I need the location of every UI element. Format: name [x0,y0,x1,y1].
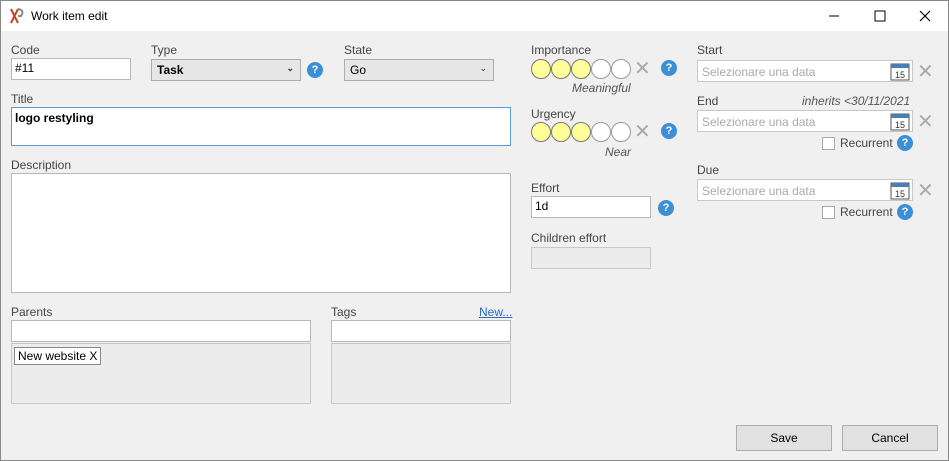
description-label: Description [11,158,72,172]
title-value: logo restyling [15,111,94,125]
chevron-down-icon: ⌄ [479,63,487,73]
effort-input[interactable]: 1d [531,196,651,218]
clear-start-icon[interactable]: ✕ [917,61,934,81]
calendar-icon[interactable]: 15 [890,62,910,81]
minimize-button[interactable] [811,1,857,31]
due-date-input[interactable]: Selezionare una data 15 [697,179,913,201]
importance-caption: Meaningful [572,81,631,95]
end-recurrent-checkbox[interactable] [822,137,835,150]
type-value: Task [157,63,184,77]
due-date-placeholder: Selezionare una data [702,184,816,198]
type-help-icon[interactable]: ? [307,62,323,78]
due-recurrent-checkbox[interactable] [822,206,835,219]
parent-chip[interactable]: New website X [14,347,102,365]
importance-level-3[interactable] [571,59,591,79]
calendar-day-text: 15 [895,120,905,130]
state-label: State [344,43,373,57]
type-label: Type [151,43,178,57]
calendar-icon[interactable]: 15 [890,181,910,200]
urgency-level-2[interactable] [551,122,571,142]
importance-label: Importance [531,43,592,57]
end-date-placeholder: Selezionare una data [702,115,816,129]
state-select[interactable]: Go ⌄ [344,59,494,81]
maximize-button[interactable] [857,1,903,31]
app-logo-icon [10,8,24,24]
clear-due-icon[interactable]: ✕ [917,180,934,200]
cancel-button[interactable]: Cancel [842,425,938,451]
importance-level-4[interactable] [591,59,611,79]
calendar-icon[interactable]: 15 [890,112,910,131]
urgency-caption: Near [605,145,632,159]
end-recurrent-label: Recurrent [840,136,893,150]
urgency-label: Urgency [531,107,576,121]
minimize-icon [829,15,839,17]
calendar-day-text: 15 [895,189,905,199]
urgency-level-1[interactable] [531,122,551,142]
urgency-level-5[interactable] [611,122,631,142]
tags-input[interactable] [331,320,511,342]
start-label: Start [697,43,723,57]
parents-label: Parents [11,305,53,319]
due-recurrent-help-icon[interactable]: ? [897,204,913,220]
end-label: End [697,94,719,108]
parents-list: New website X [11,343,311,404]
parents-input[interactable] [11,320,311,342]
work-item-edit-window: Work item edit Code #11 Type Task ⌄ ? St… [0,0,949,461]
due-recurrent-label: Recurrent [840,205,893,219]
urgency-help-icon[interactable]: ? [661,123,677,139]
effort-help-icon[interactable]: ? [658,200,674,216]
end-recurrent-help-icon[interactable]: ? [897,135,913,151]
tags-list [331,343,511,404]
tags-label: Tags [331,305,357,319]
calendar-day-text: 15 [895,70,905,80]
importance-level-5[interactable] [611,59,631,79]
effort-label: Effort [531,181,560,195]
save-button[interactable]: Save [736,425,832,451]
maximize-icon [874,10,886,22]
children-effort-input [531,247,651,269]
importance-help-icon[interactable]: ? [661,60,677,76]
start-date-placeholder: Selezionare una data [702,65,816,79]
importance-level-2[interactable] [551,59,571,79]
description-input[interactable] [11,173,511,293]
window-title: Work item edit [31,9,108,23]
chevron-down-icon: ⌄ [286,63,294,73]
code-label: Code [11,43,40,57]
code-input[interactable]: #11 [11,58,131,80]
urgency-level-4[interactable] [591,122,611,142]
urgency-level-3[interactable] [571,122,591,142]
title-label: Title [11,92,34,106]
due-label: Due [697,163,720,177]
importance-level-1[interactable] [531,59,551,79]
end-inherits-note: inherits <30/11/2021 [802,94,911,108]
title-input[interactable]: logo restyling [11,107,511,146]
clear-importance-icon[interactable]: ✕ [634,58,651,78]
end-date-input[interactable]: Selezionare una data 15 [697,110,913,132]
state-value: Go [350,63,367,77]
clear-end-icon[interactable]: ✕ [917,111,934,131]
children-effort-label: Children effort [531,231,607,245]
clear-urgency-icon[interactable]: ✕ [634,121,651,141]
type-select[interactable]: Task ⌄ [151,59,301,81]
close-icon [919,10,931,22]
title-bar: Work item edit [1,1,948,31]
close-button[interactable] [902,1,948,31]
start-date-input[interactable]: Selezionare una data 15 [697,60,913,82]
new-tag-link[interactable]: New... [479,305,512,319]
